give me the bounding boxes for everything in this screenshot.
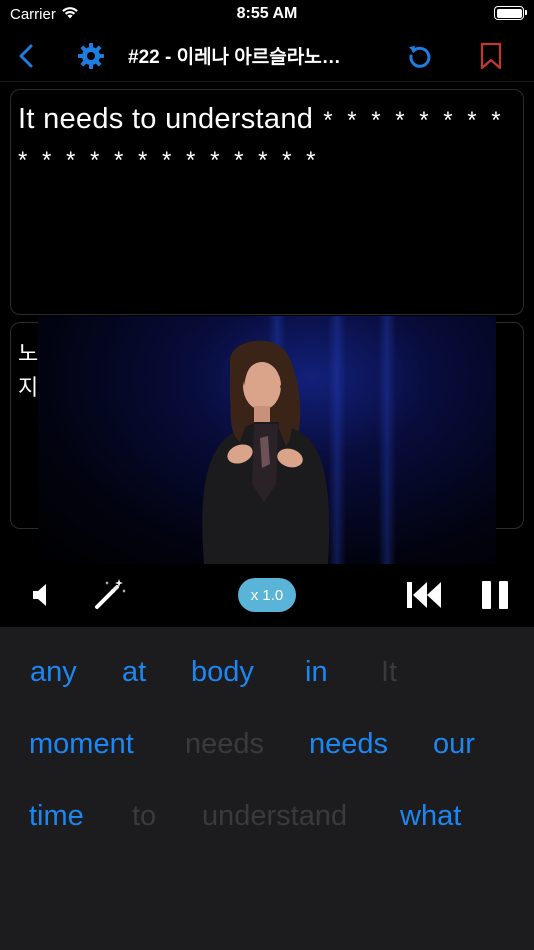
rewind-button[interactable] [404,578,444,612]
settings-button[interactable] [73,38,109,74]
status-bar: Carrier 8:55 AM [0,0,534,30]
word-chip[interactable]: in [305,656,328,689]
status-time: 8:55 AM [236,5,298,22]
stage-curtain [378,316,396,564]
reset-button[interactable] [402,38,438,74]
word-bank: any at body in It moment needs needs our… [0,627,534,950]
rotate-ccw-icon [409,46,431,68]
revealed-words: It needs to understand [18,103,314,135]
magic-wand-icon [95,579,126,609]
back-button[interactable] [8,38,44,74]
word-chip-used: It [381,656,398,688]
battery-icon [494,6,527,20]
word-chip[interactable]: time [29,800,84,833]
masked-words: * * * * * * * * [323,107,505,134]
masked-words-line2: * * * * * * * * * * * * * [18,147,320,174]
english-sentence: It needs to understand * * * * * * * * * … [18,100,516,180]
word-chip[interactable]: moment [29,728,134,761]
bookmark-icon [480,42,502,70]
word-chip[interactable]: needs [309,728,388,761]
pause-button[interactable] [478,578,512,612]
word-chip-used: needs [185,728,265,760]
video-player[interactable] [38,316,496,564]
volume-button[interactable] [26,580,54,610]
speed-button[interactable]: x 1.0 [238,578,296,612]
speaker-icon [33,584,46,606]
hint-button[interactable] [92,576,128,612]
word-chip[interactable]: at [122,656,146,689]
word-chip-used: to [132,800,157,832]
word-chip[interactable]: what [400,800,461,833]
chevron-left-icon [19,44,33,68]
word-chip[interactable]: body [191,656,254,689]
english-sentence-panel: It needs to understand * * * * * * * * * … [10,89,524,315]
skip-back-icon [407,582,441,608]
gear-icon [78,43,104,69]
speaker-figure [202,340,330,564]
nav-bar: #22 - 이레나 아르슬라노… [0,30,534,82]
word-chip-used: understand [202,800,348,832]
page-title: #22 - 이레나 아르슬라노… [128,47,341,68]
word-chip[interactable]: any [30,656,77,689]
word-chip[interactable]: our [433,728,475,761]
pause-icon [482,581,508,609]
playback-controls: x 1.0 [0,564,534,627]
bookmark-button[interactable] [473,38,509,74]
